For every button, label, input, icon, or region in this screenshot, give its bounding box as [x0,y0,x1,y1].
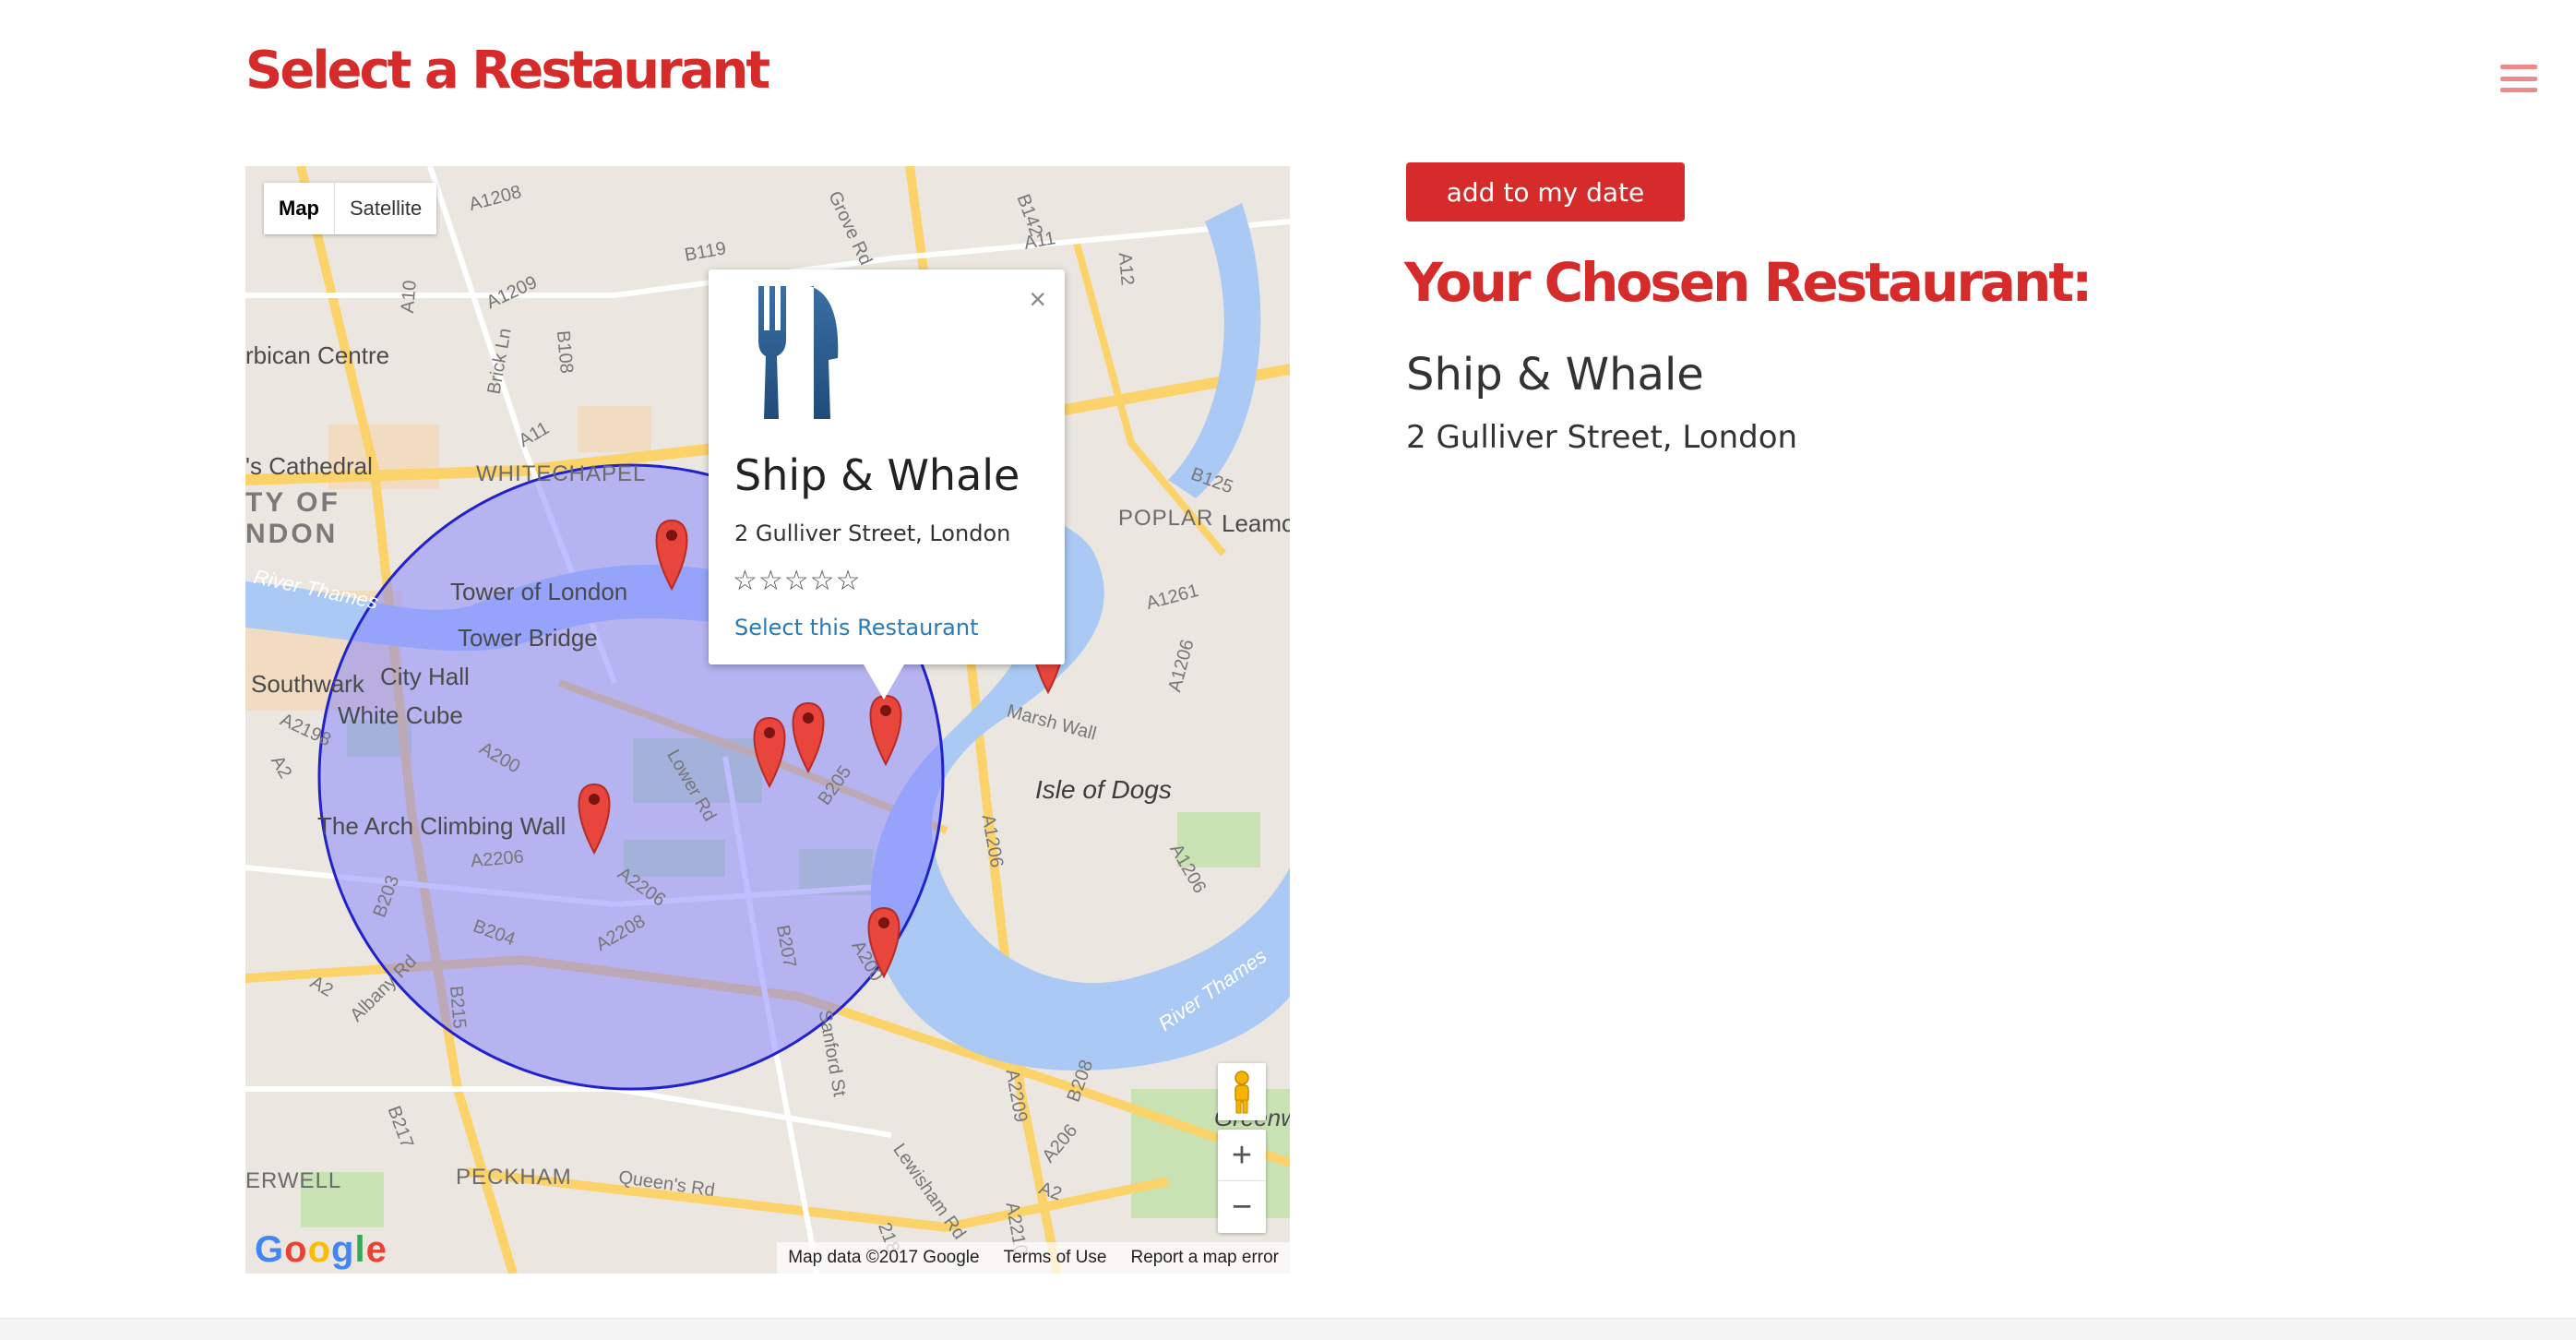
zoom-in-button[interactable]: + [1218,1130,1266,1181]
map-marker[interactable] [578,783,611,855]
info-window: × Ship & Whale 2 Gulliver Street, London… [709,269,1065,700]
zoom-control: + − [1218,1130,1266,1233]
google-logo-letter: o [284,1229,308,1270]
rating-stars: ☆☆☆☆☆ [733,566,862,596]
info-window-address: 2 Gulliver Street, London [734,520,1011,546]
info-window-name: Ship & Whale [734,450,1020,500]
google-logo-letter: G [255,1229,285,1270]
map-marker[interactable] [867,906,900,979]
hamburger-line [2500,76,2537,81]
terms-of-use-link[interactable]: Terms of Use [1004,1248,1107,1268]
map-data-attribution: Map data ©2017 Google [788,1248,980,1267]
google-logo[interactable]: Google [255,1229,388,1271]
map-type-map-button[interactable]: Map [264,183,335,234]
page-bottom-divider [0,1318,2576,1340]
google-logo-letter: o [307,1229,331,1270]
google-map[interactable]: rbican Centre 's Cathedral WHITECHAPEL T… [245,166,1290,1274]
hamburger-line [2500,88,2537,92]
google-logo-letter: g [331,1229,355,1270]
close-icon[interactable]: × [1029,282,1046,317]
zoom-out-button[interactable]: − [1218,1181,1266,1233]
map-type-control: Map Satellite [264,183,437,234]
map-footer: Map data ©2017 Google Terms of Use Repor… [777,1242,1290,1274]
select-restaurant-link[interactable]: Select this Restaurant [734,615,978,640]
add-to-my-date-button[interactable]: add to my date [1406,162,1685,221]
hamburger-line [2500,65,2537,69]
info-window-tail [864,664,904,700]
map-marker[interactable] [753,716,786,789]
page-title: Select a Restaurant [245,41,770,101]
street-view-pegman-icon[interactable] [1218,1063,1266,1120]
chosen-restaurant-address: 2 Gulliver Street, London [1406,419,1798,456]
google-logo-letter: l [354,1229,366,1270]
map-marker[interactable] [655,519,688,592]
report-map-error-link[interactable]: Report a map error [1130,1248,1279,1268]
chosen-restaurant-heading: Your Chosen Restaurant: [1404,251,2093,314]
hamburger-menu-icon[interactable] [2500,65,2537,92]
map-marker[interactable] [869,694,902,767]
map-type-satellite-button[interactable]: Satellite [335,183,436,234]
map-marker[interactable] [792,701,825,774]
chosen-restaurant-name: Ship & Whale [1406,349,1704,401]
fork-knife-icon [758,286,839,419]
google-logo-letter: e [365,1229,388,1270]
